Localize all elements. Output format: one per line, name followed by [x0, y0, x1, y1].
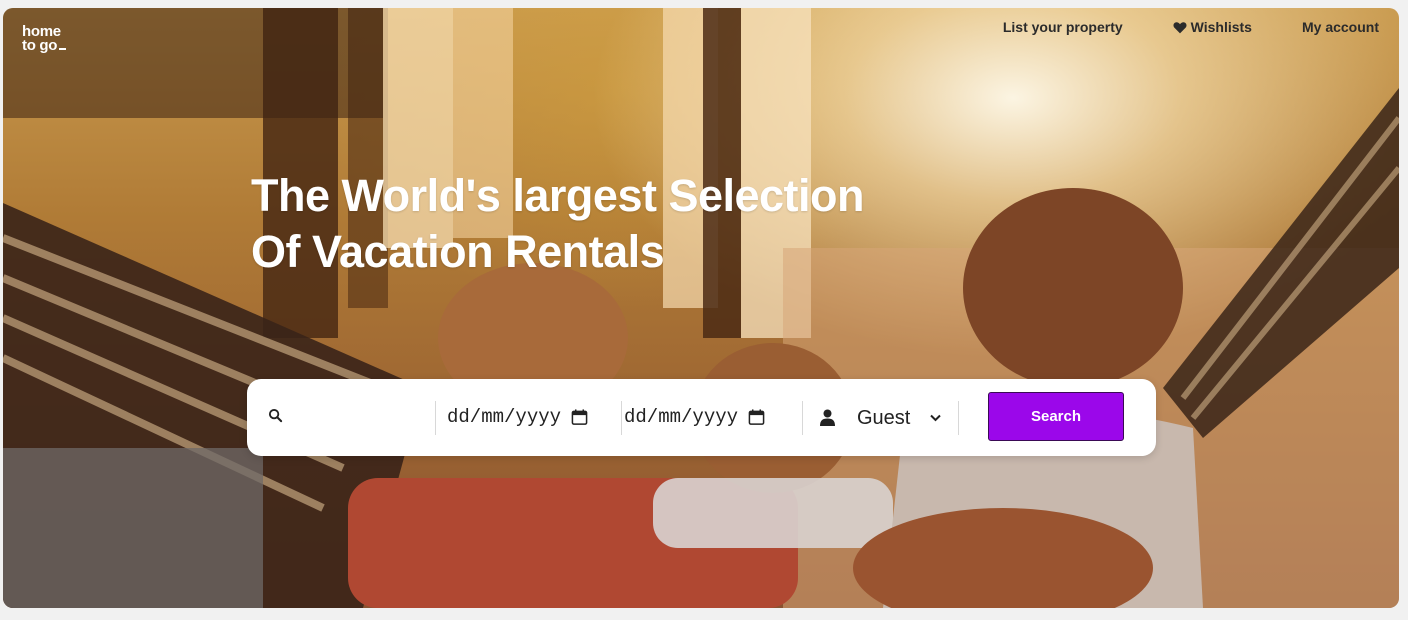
- divider: [621, 401, 622, 435]
- page-title: The World's largest Selection Of Vacatio…: [251, 168, 971, 280]
- divider: [802, 401, 803, 435]
- list-property-link[interactable]: List your property: [1003, 19, 1123, 35]
- heart-icon: [1173, 21, 1187, 33]
- headline-line-1: The World's largest Selection: [251, 170, 865, 221]
- guest-selected-value: Guest: [857, 406, 911, 429]
- guest-select[interactable]: Guest: [857, 401, 942, 435]
- search-icon: [268, 408, 283, 423]
- chevron-down-icon: [930, 414, 942, 422]
- top-nav: List your property Wishlists My account: [1003, 19, 1379, 35]
- calendar-icon[interactable]: [571, 408, 588, 426]
- checkin-date-input[interactable]: dd/mm/yyyy: [447, 399, 588, 435]
- divider: [435, 401, 436, 435]
- search-button[interactable]: Search: [988, 392, 1124, 441]
- checkout-date-input[interactable]: dd/mm/yyyy: [624, 399, 765, 435]
- divider: [958, 401, 959, 435]
- destination-input[interactable]: [291, 399, 435, 437]
- headline-line-2: Of Vacation Rentals: [251, 226, 665, 277]
- checkin-placeholder: dd/mm/yyyy: [447, 406, 562, 428]
- my-account-link[interactable]: My account: [1302, 19, 1379, 35]
- wishlists-link[interactable]: Wishlists: [1173, 19, 1252, 35]
- search-bar: dd/mm/yyyy dd/mm/yyyy Guest Search: [247, 379, 1156, 456]
- logo-text-to-go: to go: [22, 38, 67, 53]
- logo-cursor: [59, 48, 67, 50]
- hero-section: home to go List your property Wishlists …: [3, 8, 1399, 608]
- wishlists-label: Wishlists: [1190, 19, 1252, 35]
- brand-logo[interactable]: home to go: [22, 24, 67, 53]
- hero-background-photo: [3, 8, 1399, 608]
- calendar-icon[interactable]: [748, 408, 765, 426]
- person-icon: [820, 409, 835, 426]
- checkout-placeholder: dd/mm/yyyy: [624, 406, 739, 428]
